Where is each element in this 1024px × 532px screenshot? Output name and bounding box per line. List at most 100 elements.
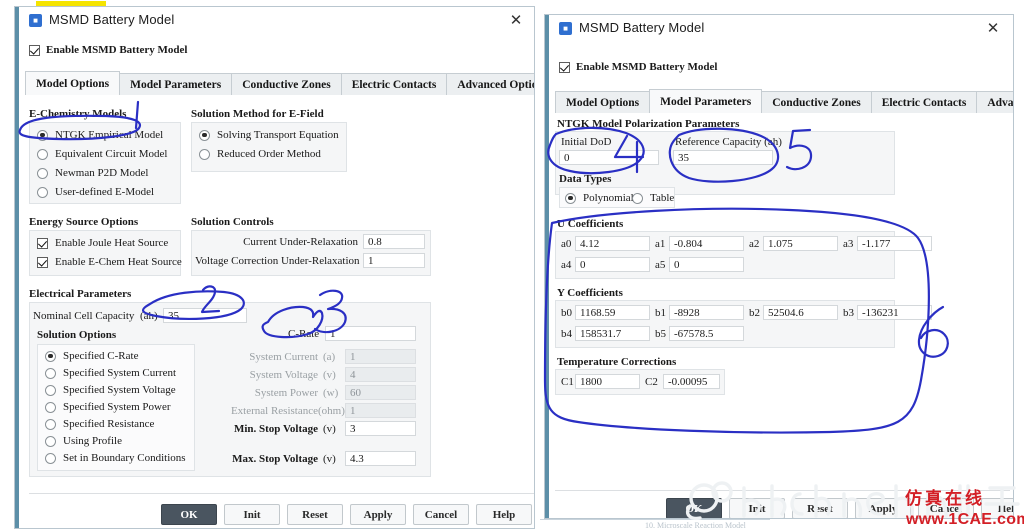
checkbox-enable-joule-heat-source[interactable]: Enable Joule Heat Source [37, 237, 168, 249]
temp-c1-input[interactable]: 1800 [575, 374, 640, 389]
current-under-relaxation-input[interactable]: 0.8 [363, 234, 425, 249]
crate-input[interactable]: 1 [325, 326, 416, 341]
help-button[interactable]: Help [476, 504, 532, 525]
min-stop-voltage-input[interactable]: 3 [345, 421, 416, 436]
initial-dod-input[interactable]: 0 [559, 150, 659, 165]
radio-label: Set in Boundary Conditions [63, 452, 186, 464]
u-coeff-a1-input[interactable]: -0.804 [669, 236, 744, 251]
radio-indicator[interactable] [45, 452, 56, 464]
radio-specified-system-power[interactable]: Specified System Power [45, 401, 171, 413]
close-icon[interactable]: ✕ [506, 11, 526, 31]
enable-msmd-checkbox[interactable] [29, 44, 40, 56]
system-power-input[interactable]: 60 [345, 385, 416, 400]
radio-indicator[interactable] [37, 186, 48, 198]
left-button-separator [29, 493, 534, 494]
radio-indicator[interactable] [37, 129, 48, 141]
radio-solving-transport-equation[interactable]: Solving Transport Equation [199, 129, 339, 141]
radio-newman-p2d-model[interactable]: Newman P2D Model [37, 167, 149, 179]
reset-button[interactable]: Reset [287, 504, 343, 525]
tab-conductive-zones[interactable]: Conductive Zones [761, 91, 872, 113]
left-enable-msmd-row[interactable]: Enable MSMD Battery Model [29, 44, 187, 56]
radio-specified-system-voltage[interactable]: Specified System Voltage [45, 384, 176, 396]
radio-indicator[interactable] [45, 401, 56, 413]
left-dialog-titlebar: ■ MSMD Battery Model ✕ [15, 7, 534, 35]
help-button[interactable]: Help [981, 498, 1013, 518]
ok-button[interactable]: OK [666, 498, 722, 518]
ok-button[interactable]: OK [161, 504, 217, 525]
radio-indicator[interactable] [37, 148, 48, 160]
system-current-input[interactable]: 1 [345, 349, 416, 364]
system-voltage-input[interactable]: 4 [345, 367, 416, 382]
max-stop-voltage-input[interactable]: 4.3 [345, 451, 416, 466]
y-coeff-b0-input[interactable]: 1168.59 [575, 305, 650, 320]
radio-table[interactable]: Table [632, 192, 674, 204]
y-coeff-b3-input[interactable]: -136231 [857, 305, 932, 320]
init-button[interactable]: Init [224, 504, 280, 525]
cancel-button[interactable]: Cancel [413, 504, 469, 525]
radio-set-in-boundary-conditions[interactable]: Set in Boundary Conditions [45, 452, 186, 464]
radio-reduced-order-method[interactable]: Reduced Order Method [199, 148, 321, 160]
radio-label: Specified System Power [63, 401, 171, 413]
checkbox-indicator[interactable] [37, 256, 48, 268]
reference-capacity-label: Reference Capacity (ah) [675, 136, 782, 148]
right-enable-msmd-row[interactable]: Enable MSMD Battery Model [559, 61, 717, 73]
u-coeff-a4-input[interactable]: 0 [575, 257, 650, 272]
cancel-button[interactable]: Cancel [918, 498, 974, 518]
temperature-corrections-title: Temperature Corrections [557, 356, 677, 368]
temp-c2-input[interactable]: -0.00095 [663, 374, 720, 389]
tab-model-parameters[interactable]: Model Parameters [649, 89, 763, 113]
voltage-correction-under-relaxation-input[interactable]: 1 [363, 253, 425, 268]
dialog-accent-rail [15, 7, 19, 528]
radio-indicator[interactable] [45, 350, 56, 362]
y-coeff-b2-label: b2 [749, 307, 760, 319]
tab-conductive-zones[interactable]: Conductive Zones [231, 73, 342, 95]
tab-model-parameters[interactable]: Model Parameters [119, 73, 233, 95]
y-coeff-b1-input[interactable]: -8928 [669, 305, 744, 320]
tab-advanced-option[interactable]: Advanced Option [976, 91, 1013, 113]
radio-user-defined-e-model[interactable]: User-defined E-Model [37, 186, 154, 198]
radio-specified-crate[interactable]: Specified C-Rate [45, 350, 138, 362]
external-resistance-input[interactable]: 1 [345, 403, 416, 418]
radio-label: Specified C-Rate [63, 350, 139, 362]
radio-indicator[interactable] [199, 148, 210, 160]
checkbox-enable-echem-heat-source[interactable]: Enable E-Chem Heat Source [37, 256, 182, 268]
y-coeff-b4-input[interactable]: 158531.7 [575, 326, 650, 341]
radio-indicator[interactable] [45, 435, 56, 447]
apply-button[interactable]: Apply [855, 498, 911, 518]
y-coeff-b2-input[interactable]: 52504.6 [763, 305, 838, 320]
checkbox-indicator[interactable] [37, 237, 48, 249]
u-coeff-a0-input[interactable]: 4.12 [575, 236, 650, 251]
u-coeff-a2-input[interactable]: 1.075 [763, 236, 838, 251]
u-coeff-a1-label: a1 [655, 238, 666, 250]
radio-specified-system-current[interactable]: Specified System Current [45, 367, 176, 379]
tab-electric-contacts[interactable]: Electric Contacts [870, 91, 978, 113]
radio-indicator[interactable] [199, 129, 210, 141]
radio-indicator[interactable] [37, 167, 48, 179]
radio-indicator[interactable] [45, 418, 56, 430]
radio-indicator[interactable] [632, 192, 643, 204]
enable-msmd-checkbox[interactable] [559, 61, 570, 73]
tab-model-options[interactable]: Model Options [25, 71, 121, 95]
init-button[interactable]: Init [729, 498, 785, 518]
close-icon[interactable]: ✕ [983, 19, 1003, 39]
reset-button[interactable]: Reset [792, 498, 848, 518]
apply-button[interactable]: Apply [350, 504, 406, 525]
y-coeff-b5-input[interactable]: -67578.5 [669, 326, 744, 341]
radio-using-profile[interactable]: Using Profile [45, 435, 122, 447]
radio-indicator[interactable] [45, 384, 56, 396]
tab-model-options[interactable]: Model Options [555, 91, 651, 113]
reference-capacity-input[interactable]: 35 [673, 150, 773, 165]
u-coeff-a3-input[interactable]: -1.177 [857, 236, 932, 251]
nominal-cell-capacity-input[interactable]: 35 [163, 308, 247, 323]
radio-specified-resistance[interactable]: Specified Resistance [45, 418, 154, 430]
initial-dod-label: Initial DoD [561, 136, 612, 148]
u-coeff-a5-input[interactable]: 0 [669, 257, 744, 272]
radio-ntgk-empirical-model[interactable]: NTGK Empirical Model [37, 129, 163, 141]
radio-indicator[interactable] [45, 367, 56, 379]
tab-advanced-option[interactable]: Advanced Option [446, 73, 534, 95]
radio-indicator[interactable] [565, 192, 576, 204]
radio-equivalent-circuit-model[interactable]: Equivalent Circuit Model [37, 148, 167, 160]
radio-label: Newman P2D Model [55, 167, 149, 179]
radio-polynomial[interactable]: Polynomial [565, 192, 634, 204]
tab-electric-contacts[interactable]: Electric Contacts [340, 73, 448, 95]
